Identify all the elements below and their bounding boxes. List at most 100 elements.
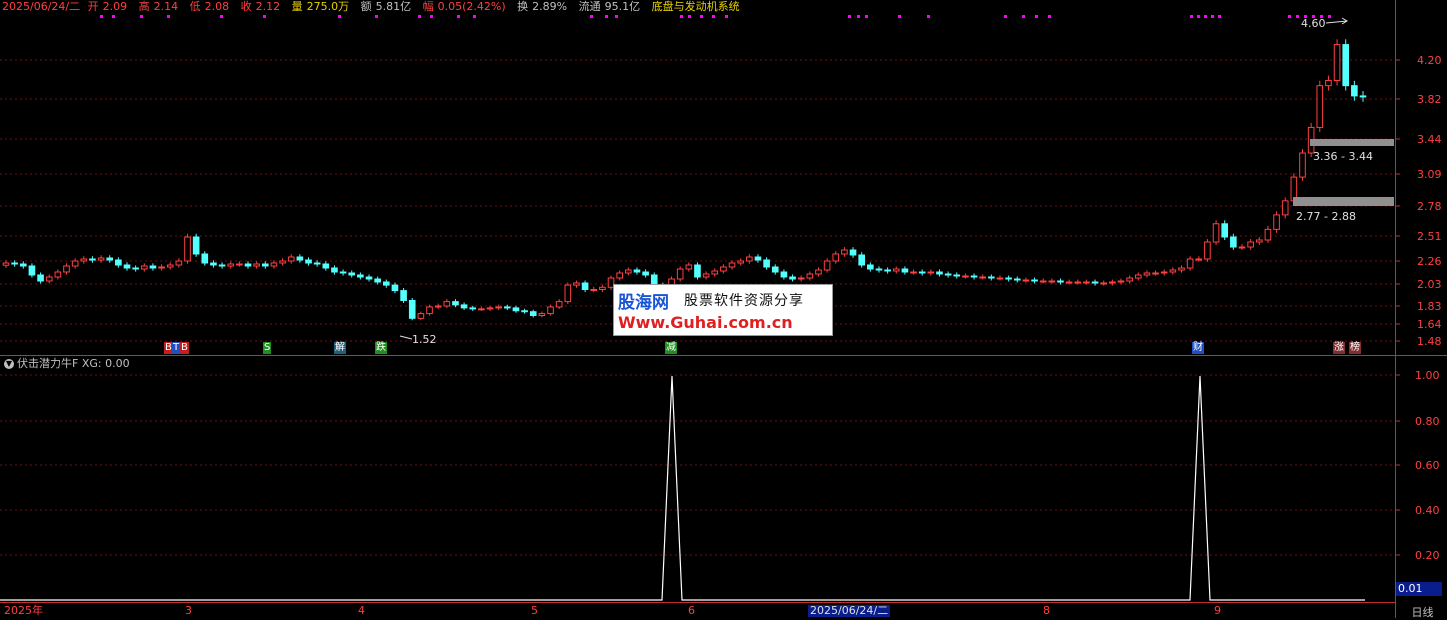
price-tick-label: 4.20 [1417,54,1442,67]
candle-body [261,263,269,267]
candle-body [400,290,407,302]
candle-body [927,271,935,274]
low-marker-arrow [399,335,413,340]
candle-body [512,307,520,312]
price-tick-label: 2.51 [1417,230,1442,243]
xg-label: XG: [81,357,102,370]
candle-body [322,263,330,269]
candle-body [599,286,606,290]
chevron-down-icon[interactable]: ▼ [4,359,14,369]
candle-body [892,268,900,272]
candle-body [1048,280,1056,283]
signal-dot [898,15,901,18]
signal-dot [848,15,851,18]
candle-body [1247,241,1254,248]
signal-dot [375,15,378,18]
candle-body [149,265,157,269]
signal-dot [263,15,266,18]
candle-body [1333,44,1341,82]
candle-body [365,276,373,280]
signal-tag-unlock[interactable]: 解 [334,342,346,354]
candle-body [1083,281,1090,284]
candle-body [754,256,762,261]
candle-body [2,262,10,266]
price-zone-upper [1310,139,1394,146]
candle-body [625,269,632,274]
candle-body [1359,95,1367,98]
signal-dot [615,15,618,18]
candle-body [63,265,70,273]
candle-body [478,308,485,311]
quote-date: 2025/06/24/二 [2,0,81,13]
signal-tag-b[interactable]: B [180,342,189,354]
float-value: 95.1亿 [604,0,641,13]
price-tick-label: 1.48 [1417,335,1442,348]
candle-body [702,273,710,278]
candle-body [918,271,926,274]
candle-body [806,273,814,279]
quote-info-bar: 2025/06/24/二 开 2.09 高 2.14 低 2.08 收 2.12 量 27… [2,0,744,13]
amount-label: 额 [360,0,372,13]
candle-body [633,269,641,273]
candle-body [1039,280,1047,283]
price-tick-label: 2.03 [1417,278,1442,291]
candle-body [339,271,347,274]
price-tick-label: 1.83 [1417,300,1442,313]
signal-tag-reduce[interactable]: 减 [665,342,677,354]
signal-dot [112,15,115,18]
candle-body [988,276,995,279]
candle-body [434,305,442,308]
candle-body [797,277,805,280]
signal-dot [865,15,868,18]
candle-body [357,274,364,278]
candlestick-series [2,39,1367,321]
candle-body [253,263,260,267]
signal-dot [430,15,433,18]
signal-dot [100,15,103,18]
signal-tag-s[interactable]: S [263,342,272,354]
candle-body [1325,80,1332,87]
candle-body [236,263,243,266]
indicator-tick-label: 0.40 [1415,504,1440,517]
signal-dot [220,15,223,18]
signal-dot [167,15,170,18]
signal-tag-list[interactable]: 榜 [1349,342,1361,354]
time-label: 9 [1214,604,1221,617]
candle-body [616,272,623,279]
cursor-date-label: 2025/06/24/二 [808,604,891,617]
signal-dot [1288,15,1291,18]
candle-body [28,265,36,276]
candle-body [408,300,416,319]
candle-body [1351,85,1358,97]
candle-body [1342,44,1350,87]
candle-body [54,271,62,278]
candle-body [97,257,105,261]
watermark-banner: 股海网 股票软件资源分享 Www.Guhai.com.cn [613,284,833,336]
candle-body [1299,152,1306,178]
candle-body [45,276,53,282]
candle-body [123,264,131,269]
low-label: 低 [189,0,201,13]
candle-body [547,306,554,315]
signal-tag-t[interactable]: T [172,342,181,354]
signal-tag-fall[interactable]: 跌 [375,342,387,354]
amount-value: 5.81亿 [375,0,412,13]
indicator-title-bar[interactable]: ▼ 伏击潜力牛F XG: 0.00 [4,357,130,371]
candle-body [1255,239,1263,243]
indicator-tick-label: 0.80 [1415,415,1440,428]
candle-body [452,301,459,306]
signal-dot [140,15,143,18]
price-zone-lower [1293,197,1394,206]
candle-body [564,284,572,303]
candle-body [158,266,165,269]
period-selector[interactable]: 日线 [1400,604,1445,619]
candle-body [486,307,494,310]
signal-tag-finance[interactable]: 财 [1192,342,1204,354]
candle-body [867,264,874,270]
signal-tag-rise[interactable]: 涨 [1333,342,1345,354]
signal-dot [700,15,703,18]
candle-body [1022,279,1030,282]
watermark-url: Www.Guhai.com.cn [618,313,793,332]
candle-body [953,274,961,277]
candle-body [348,272,356,276]
